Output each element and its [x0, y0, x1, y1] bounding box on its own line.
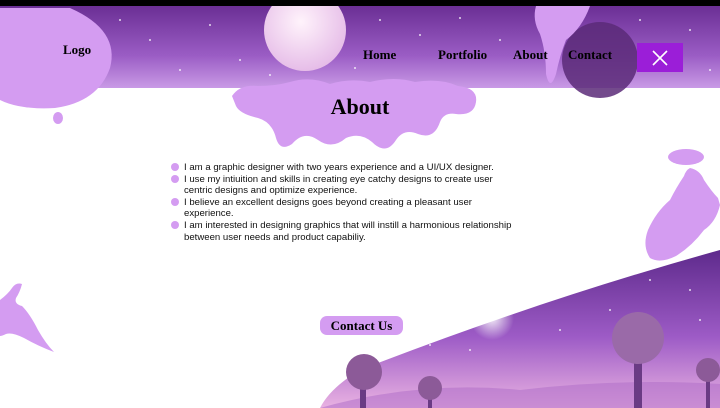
- nav-about[interactable]: About: [513, 47, 548, 63]
- bullet-icon: [171, 197, 179, 206]
- nav-portfolio[interactable]: Portfolio: [438, 47, 487, 63]
- left-splash: [0, 283, 54, 352]
- page-title: About: [330, 94, 390, 119]
- bullet-icon: [171, 174, 179, 183]
- bullet-icon: [171, 220, 179, 229]
- list-item: I believe an excellent designs goes beyo…: [171, 196, 522, 220]
- list-item: I am a graphic designer with two years e…: [171, 162, 522, 174]
- list-item: I use my intiuition and skills in creati…: [171, 173, 522, 197]
- list-item-text: I believe an excellent designs goes beyo…: [184, 196, 473, 220]
- close-button[interactable]: [637, 43, 683, 72]
- about-list: I am a graphic designer with two years e…: [171, 162, 522, 243]
- contact-us-button[interactable]: Contact Us: [320, 316, 403, 335]
- bullet-icon: [171, 163, 179, 171]
- right-splash: [645, 168, 720, 261]
- list-item-text: I am a graphic designer with two years e…: [184, 162, 494, 173]
- nav-home[interactable]: Home: [363, 47, 396, 63]
- right-ellipse: [668, 149, 704, 165]
- list-item-text: I am interested in designing graphics th…: [184, 219, 512, 243]
- close-icon: [652, 49, 668, 66]
- list-item-text: I use my intiuition and skills in creati…: [184, 173, 493, 197]
- logo[interactable]: Logo: [63, 42, 91, 58]
- top-border: [0, 0, 720, 6]
- nav-contact[interactable]: Contact: [568, 47, 612, 63]
- list-item: I am interested in designing graphics th…: [171, 219, 522, 243]
